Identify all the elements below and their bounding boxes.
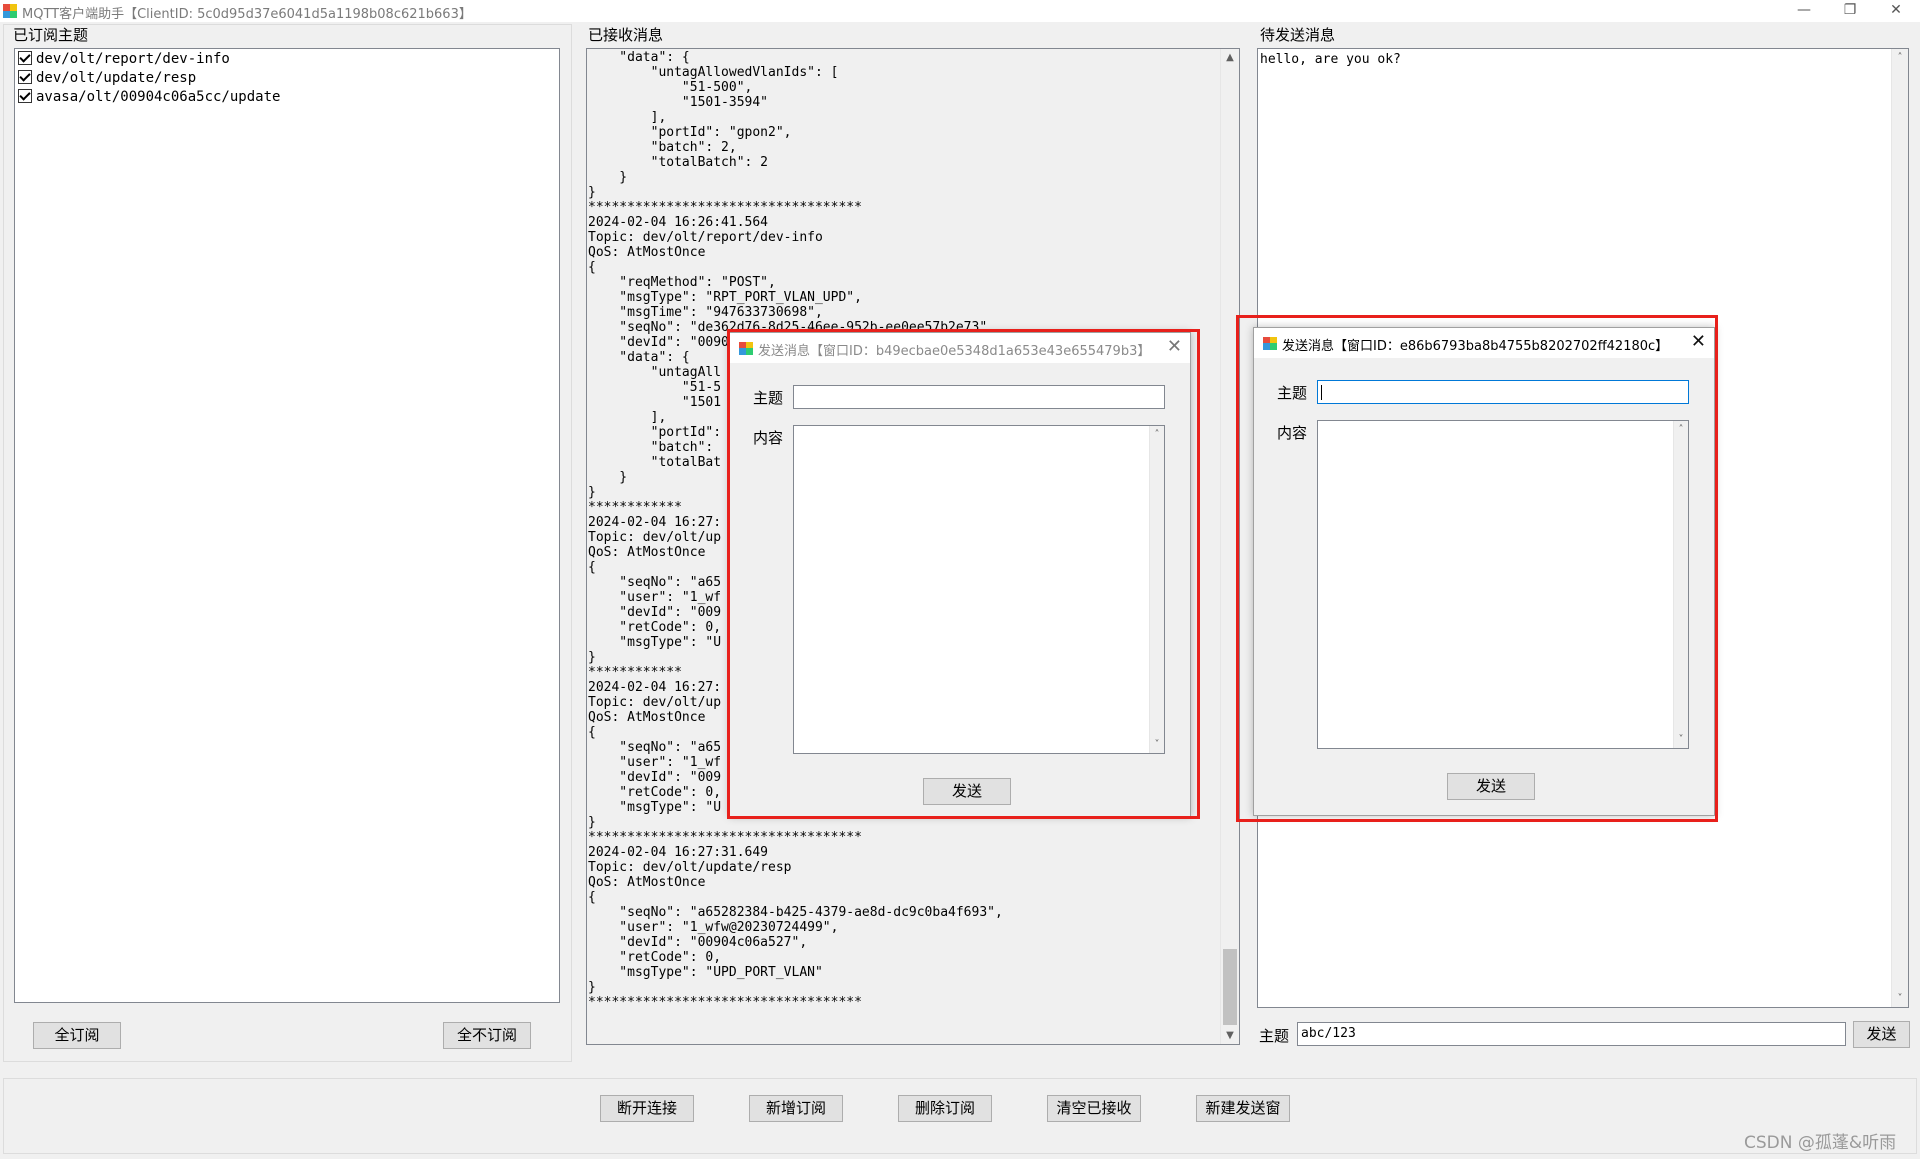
pending-message-header: 待发送消息: [1260, 26, 1336, 44]
send-topic-input[interactable]: abc/123: [1297, 1022, 1846, 1046]
close-window-button[interactable]: ✕: [1873, 0, 1919, 22]
send-topic-label: 主题: [1259, 1027, 1290, 1045]
scroll-down-icon[interactable]: ▼: [1221, 1027, 1239, 1044]
send-button[interactable]: 发送: [1853, 1021, 1910, 1048]
scroll-thumb[interactable]: [1223, 949, 1237, 1025]
checkbox-checked-icon[interactable]: [18, 70, 32, 84]
restore-button[interactable]: ❐: [1827, 0, 1873, 22]
add-subscription-button[interactable]: 新增订阅: [749, 1095, 843, 1122]
topic-label: dev/olt/update/resp: [36, 70, 197, 86]
subscribed-topics-header: 已订阅主题: [13, 26, 89, 44]
new-send-window-button[interactable]: 新建发送窗: [1196, 1095, 1290, 1122]
highlight-frame: [1236, 315, 1718, 822]
pending-message-text: hello, are you ok?: [1260, 52, 1401, 67]
pending-scrollbar[interactable]: ˄ ˅: [1891, 49, 1908, 1007]
minimize-button[interactable]: —: [1781, 0, 1827, 22]
scroll-up-icon[interactable]: ˄: [1892, 49, 1908, 66]
scroll-up-icon[interactable]: ▲: [1221, 49, 1239, 66]
checkbox-checked-icon[interactable]: [18, 89, 32, 103]
send-topic-value: abc/123: [1301, 1026, 1356, 1041]
received-messages-header: 已接收消息: [588, 26, 664, 44]
delete-subscription-button[interactable]: 删除订阅: [898, 1095, 992, 1122]
title-bar: MQTT客户端助手【ClientID: 5c0d95d37e6041d5a119…: [0, 0, 1920, 22]
topic-item[interactable]: avasa/olt/00904c06a5cc/update: [18, 88, 280, 106]
topic-item[interactable]: dev/olt/update/resp: [18, 69, 196, 87]
subscribe-all-button[interactable]: 全订阅: [33, 1022, 121, 1049]
disconnect-button[interactable]: 断开连接: [600, 1095, 694, 1122]
app-icon: [3, 4, 17, 18]
topic-item[interactable]: dev/olt/report/dev-info: [18, 50, 230, 68]
topic-checklist[interactable]: dev/olt/report/dev-info dev/olt/update/r…: [14, 48, 560, 1003]
topic-label: dev/olt/report/dev-info: [36, 51, 230, 67]
scroll-down-icon[interactable]: ˅: [1892, 990, 1908, 1007]
watermark: CSDN @孤蓬&听雨: [1744, 1133, 1897, 1153]
clear-received-button[interactable]: 清空已接收: [1047, 1095, 1141, 1122]
checkbox-checked-icon[interactable]: [18, 51, 32, 65]
highlight-frame: [727, 329, 1200, 819]
window-title: MQTT客户端助手【ClientID: 5c0d95d37e6041d5a119…: [22, 7, 472, 22]
topic-label: avasa/olt/00904c06a5cc/update: [36, 89, 281, 105]
unsubscribe-all-button[interactable]: 全不订阅: [443, 1022, 531, 1049]
